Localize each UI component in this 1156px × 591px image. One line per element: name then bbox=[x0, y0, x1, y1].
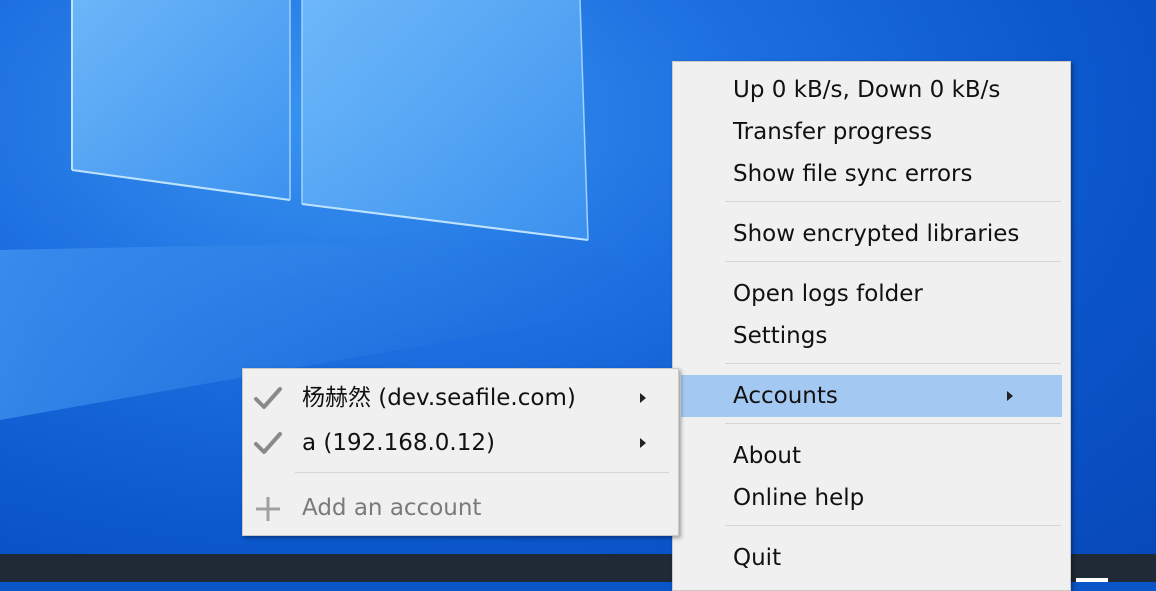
menu-item-sync-errors[interactable]: Show file sync errors bbox=[673, 153, 1070, 195]
menu-item-online-help[interactable]: Online help bbox=[673, 477, 1070, 519]
menu-item-quit[interactable]: Quit bbox=[673, 537, 1070, 579]
check-icon bbox=[254, 432, 282, 454]
menu-item-about[interactable]: About bbox=[673, 435, 1070, 477]
account-label: a (192.168.0.12) bbox=[302, 430, 495, 456]
menu-item-label: Up 0 kB/s, Down 0 kB/s bbox=[733, 77, 1001, 103]
menu-item-label: Show encrypted libraries bbox=[733, 221, 1020, 247]
menu-separator bbox=[725, 363, 1061, 364]
menu-item-label: Transfer progress bbox=[733, 119, 933, 145]
check-icon bbox=[254, 387, 282, 409]
accounts-submenu: 杨赫然 (dev.seafile.com) a (192.168.0.12) A… bbox=[242, 368, 679, 536]
menu-item-label: About bbox=[733, 443, 802, 469]
menu-item-label: Online help bbox=[733, 485, 865, 511]
submenu-arrow-icon bbox=[640, 393, 646, 403]
tray-context-menu: Up 0 kB/s, Down 0 kB/s Transfer progress… bbox=[672, 61, 1071, 591]
menu-item-encrypted-libraries[interactable]: Show encrypted libraries bbox=[673, 213, 1070, 255]
submenu-arrow-icon bbox=[1007, 391, 1013, 401]
menu-separator bbox=[725, 423, 1061, 424]
menu-item-transfer-progress[interactable]: Transfer progress bbox=[673, 111, 1070, 153]
menu-separator bbox=[725, 525, 1061, 526]
menu-item-label: Quit bbox=[733, 545, 782, 571]
account-item-dev-seafile[interactable]: 杨赫然 (dev.seafile.com) bbox=[243, 377, 678, 419]
menu-separator bbox=[725, 261, 1061, 262]
taskbar-app-icon[interactable] bbox=[1076, 578, 1108, 582]
add-account-label: Add an account bbox=[302, 495, 482, 521]
menu-separator bbox=[725, 201, 1061, 202]
menu-item-accounts[interactable]: Accounts bbox=[681, 375, 1062, 417]
submenu-arrow-icon bbox=[640, 438, 646, 448]
menu-item-label: Settings bbox=[733, 323, 828, 349]
menu-item-transfer-rate: Up 0 kB/s, Down 0 kB/s bbox=[673, 69, 1070, 111]
menu-item-label: Open logs folder bbox=[733, 281, 923, 307]
menu-item-label: Accounts bbox=[733, 383, 838, 409]
menu-item-settings[interactable]: Settings bbox=[673, 315, 1070, 357]
menu-item-label: Show file sync errors bbox=[733, 161, 973, 187]
add-account-item[interactable]: Add an account bbox=[243, 487, 678, 529]
menu-item-open-logs[interactable]: Open logs folder bbox=[673, 273, 1070, 315]
menu-separator bbox=[295, 472, 669, 473]
account-item-local[interactable]: a (192.168.0.12) bbox=[243, 422, 678, 464]
plus-icon bbox=[256, 497, 280, 521]
account-label: 杨赫然 (dev.seafile.com) bbox=[302, 385, 576, 411]
